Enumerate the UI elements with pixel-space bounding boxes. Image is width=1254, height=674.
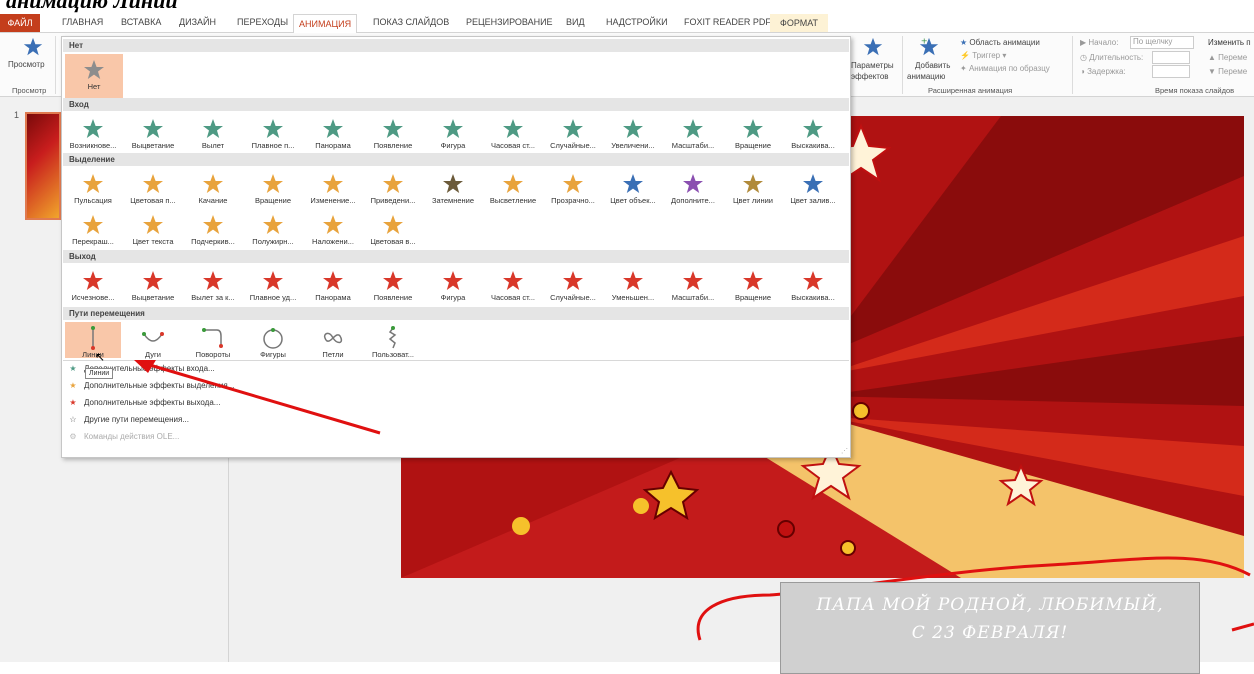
red-arrow-line <box>142 361 381 435</box>
slide-text-line-2: С 23 ФЕВРАЛЯ! <box>911 623 1069 643</box>
annotation-overlay <box>134 360 1254 641</box>
red-freehand-stroke <box>1231 622 1254 632</box>
slide-text-line-1: ПАПА МОЙ РОДНОЙ, ЛЮБИМЫЙ, <box>816 595 1164 615</box>
slide-text-box[interactable]: ПАПА МОЙ РОДНОЙ, ЛЮБИМЫЙ, С 23 ФЕВРАЛЯ! <box>780 582 1200 674</box>
